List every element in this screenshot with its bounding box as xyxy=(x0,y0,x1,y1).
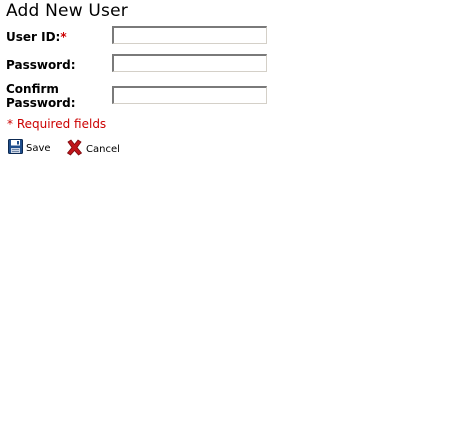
password-label: Password: xyxy=(6,58,76,72)
red-x-icon xyxy=(66,139,83,159)
required-fields-note: * Required fields xyxy=(7,117,107,131)
user-id-label-text: User ID: xyxy=(6,30,61,44)
confirm-password-label-line1: Confirm xyxy=(6,82,59,96)
password-input[interactable] xyxy=(112,54,267,72)
confirm-password-label: Confirm Password: xyxy=(6,82,76,110)
add-user-page: Add New User User ID:* Password: Confirm… xyxy=(0,0,467,436)
floppy-disk-icon xyxy=(8,139,23,157)
cancel-button[interactable]: Cancel xyxy=(66,139,120,159)
page-title: Add New User xyxy=(6,1,128,21)
save-button[interactable]: Save xyxy=(8,139,51,157)
confirm-password-input[interactable] xyxy=(112,86,267,104)
required-star: * xyxy=(60,30,67,44)
save-button-label: Save xyxy=(26,142,51,154)
cancel-button-label: Cancel xyxy=(86,143,120,155)
user-id-input[interactable] xyxy=(112,26,267,44)
user-id-label: User ID:* xyxy=(6,30,67,44)
confirm-password-label-line2: Password: xyxy=(6,96,76,110)
